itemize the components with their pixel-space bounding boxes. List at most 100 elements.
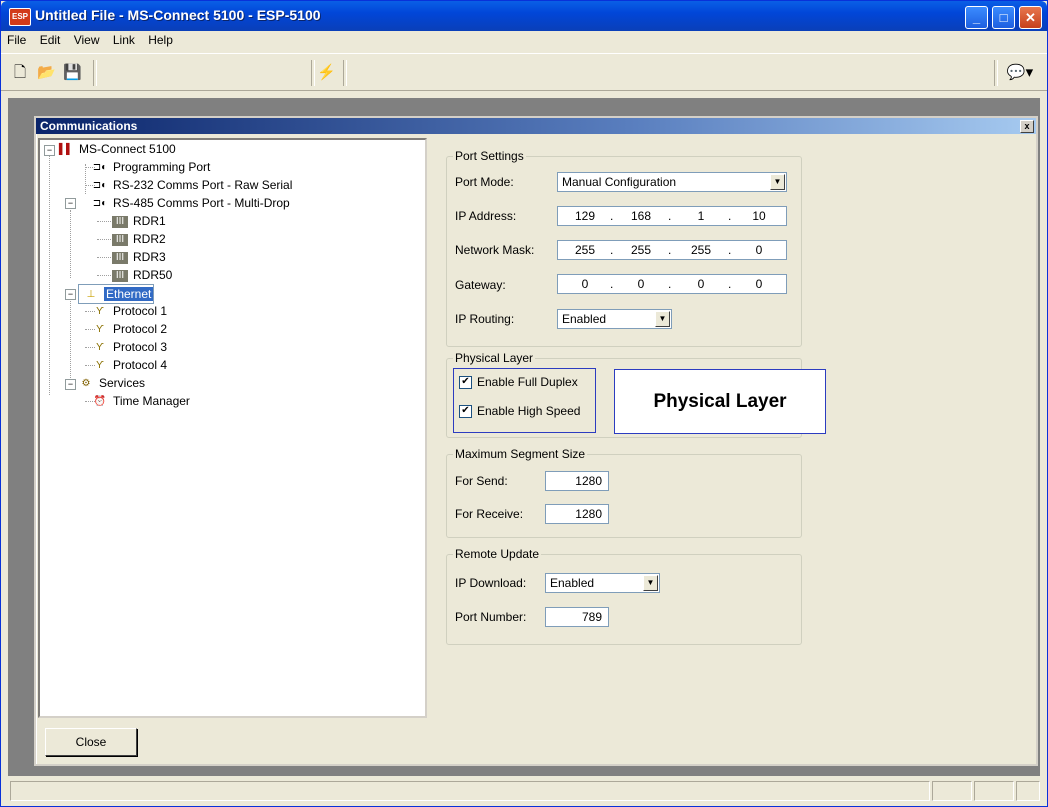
close-button[interactable]: Close — [45, 728, 137, 756]
high-speed-checkbox[interactable]: ✔ Enable High Speed — [459, 403, 580, 419]
ip-octet: 1 — [697, 209, 705, 223]
physical-layer-callout: Physical Layer — [614, 369, 826, 434]
for-send-input[interactable]: 1280 — [545, 471, 609, 491]
protocol-icon: Ƴ — [96, 323, 104, 335]
mask-octet: 0 — [755, 243, 763, 257]
port-settings-label: Port Settings — [453, 149, 526, 163]
protocol-icon: Ƴ — [96, 359, 104, 371]
toolbar-separator — [994, 60, 998, 86]
for-send-label: For Send: — [455, 474, 508, 488]
tree-item-services[interactable]: ⚙ Services — [78, 374, 146, 392]
status-bar — [8, 779, 1040, 803]
toolbar-separator — [93, 60, 97, 86]
chevron-down-icon: ▼ — [643, 575, 658, 591]
network-mask-field[interactable]: 255. 255. 255. 0 — [557, 240, 787, 260]
device-tree[interactable]: − ▌▌ MS-Connect 5100 ⊐◐ Programming Port ⊐… — [38, 138, 427, 718]
high-speed-label: Enable High Speed — [477, 404, 581, 418]
mask-octet: 255 — [574, 243, 596, 257]
status-pane — [10, 781, 930, 801]
full-duplex-label: Enable Full Duplex — [477, 375, 578, 389]
menu-view[interactable]: View — [68, 31, 104, 47]
tree-item-rdr1[interactable]: III RDR1 — [112, 212, 166, 230]
collapse-ethernet-icon[interactable]: − — [65, 289, 76, 300]
port-icon: ⊐◐ — [92, 161, 108, 173]
gateway-octet: 0 — [581, 277, 589, 291]
status-pane — [932, 781, 972, 801]
checkmark-icon: ✔ — [459, 405, 472, 419]
connect-lightning-icon[interactable]: ⚡ — [317, 64, 336, 82]
clock-icon: ⏰ — [93, 395, 107, 407]
port-mode-value: Manual Configuration — [562, 175, 677, 189]
tree-item-rs232-port[interactable]: ⊐◐ RS-232 Comms Port - Raw Serial — [92, 176, 293, 194]
collapse-root-icon[interactable]: − — [44, 145, 55, 156]
ip-address-field[interactable]: 129. 168. 1. 10 — [557, 206, 787, 226]
port-icon: ⊐◐ — [92, 179, 108, 191]
comment-icon[interactable]: 💬▾ — [1005, 64, 1035, 82]
tree-item-rs485-port[interactable]: ⊐◐ RS-485 Comms Port - Multi-Drop — [92, 194, 290, 212]
ip-download-select[interactable]: Enabled ▼ — [545, 573, 660, 593]
close-child-icon[interactable]: x — [1020, 120, 1034, 133]
reader-icon: III — [112, 215, 128, 228]
ip-routing-label: IP Routing: — [455, 312, 515, 326]
port-number-input[interactable]: 789 — [545, 607, 609, 627]
protocol-icon: Ƴ — [96, 305, 104, 317]
device-icon: ▌▌ — [58, 143, 74, 155]
gears-icon: ⚙ — [81, 377, 91, 389]
chevron-down-icon: ▼ — [655, 311, 670, 327]
menu-edit[interactable]: Edit — [34, 31, 65, 47]
reader-icon: III — [112, 251, 128, 264]
remote-update-group: Remote Update IP Download: Enabled ▼ Port… — [446, 547, 802, 645]
menu-link[interactable]: Link — [107, 31, 139, 47]
tree-item-time-manager[interactable]: ⏰ Time Manager — [92, 392, 190, 410]
protocol-icon: Ƴ — [96, 341, 104, 353]
port-mode-select[interactable]: Manual Configuration ▼ — [557, 172, 787, 192]
for-receive-input[interactable]: 1280 — [545, 504, 609, 524]
tree-item-protocol-4[interactable]: Ƴ Protocol 4 — [92, 356, 167, 374]
tree-item-programming-port[interactable]: ⊐◐ Programming Port — [92, 158, 211, 176]
maximize-button[interactable]: □ — [992, 6, 1015, 29]
tree-item-ms-connect[interactable]: ▌▌ MS-Connect 5100 — [58, 140, 176, 158]
tree-item-protocol-1[interactable]: Ƴ Protocol 1 — [92, 302, 167, 320]
ip-routing-select[interactable]: Enabled ▼ — [557, 309, 672, 329]
menu-file[interactable]: File — [1, 31, 30, 47]
tree-item-rdr50[interactable]: III RDR50 — [112, 266, 172, 284]
gateway-octet: 0 — [697, 277, 705, 291]
ip-routing-value: Enabled — [562, 312, 607, 326]
ip-download-label: IP Download: — [455, 576, 527, 590]
toolbar-separator — [311, 60, 315, 86]
main-window: ESP Untitled File - MS-Connect 5100 - ES… — [0, 0, 1048, 807]
mask-octet: 255 — [630, 243, 652, 257]
open-folder-icon[interactable]: 📂 — [37, 64, 56, 82]
menu-help[interactable]: Help — [142, 31, 177, 47]
tree-item-ethernet[interactable]: ⊥ Ethernet — [78, 284, 155, 304]
status-pane — [974, 781, 1014, 801]
status-pane — [1016, 781, 1040, 801]
tree-item-rdr3[interactable]: III RDR3 — [112, 248, 166, 266]
ip-octet: 10 — [752, 209, 766, 223]
network-icon: ⊥ — [86, 288, 96, 300]
close-window-button[interactable]: ✕ — [1019, 6, 1042, 29]
window-title: Untitled File - MS-Connect 5100 - ESP-51… — [35, 7, 321, 23]
ip-address-label: IP Address: — [455, 209, 517, 223]
minimize-button[interactable]: _ — [965, 6, 988, 29]
gateway-label: Gateway: — [455, 278, 506, 292]
tree-item-protocol-3[interactable]: Ƴ Protocol 3 — [92, 338, 167, 356]
tree-item-rdr2[interactable]: III RDR2 — [112, 230, 166, 248]
collapse-services-icon[interactable]: − — [65, 379, 76, 390]
gateway-octet: 0 — [755, 277, 763, 291]
collapse-rs485-icon[interactable]: − — [65, 198, 76, 209]
toolbar-separator — [343, 60, 347, 86]
ip-octet: 129 — [574, 209, 596, 223]
segment-size-label: Maximum Segment Size — [453, 447, 588, 461]
port-mode-label: Port Mode: — [455, 175, 514, 189]
port-settings-group: Port Settings Port Mode: Manual Configur… — [446, 149, 802, 347]
gateway-field[interactable]: 0. 0. 0. 0 — [557, 274, 787, 294]
title-bar[interactable]: ESP Untitled File - MS-Connect 5100 - ES… — [1, 1, 1047, 31]
app-icon[interactable]: ESP — [9, 8, 31, 26]
remote-update-label: Remote Update — [453, 547, 542, 561]
new-file-icon[interactable]: 🗋 — [11, 64, 29, 82]
save-icon[interactable]: 💾 — [63, 64, 82, 82]
full-duplex-checkbox[interactable]: ✔ Enable Full Duplex — [459, 374, 578, 390]
tree-item-protocol-2[interactable]: Ƴ Protocol 2 — [92, 320, 167, 338]
for-receive-label: For Receive: — [455, 507, 524, 521]
